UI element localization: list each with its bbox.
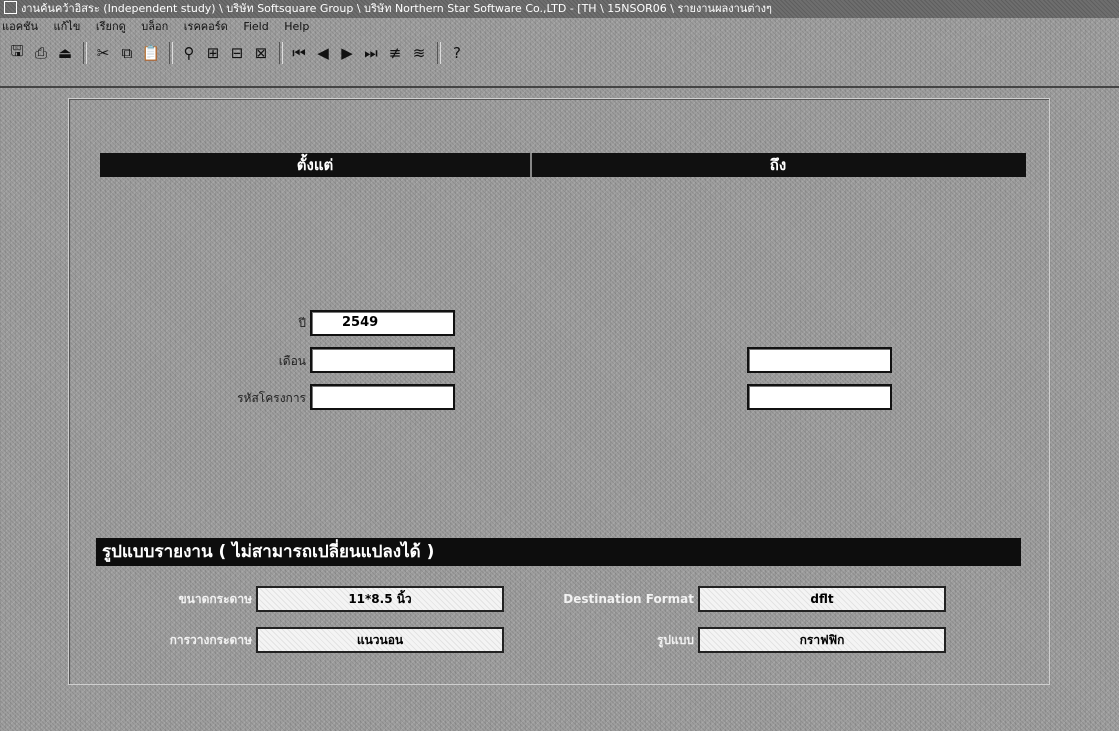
toolbar-separator (437, 42, 441, 64)
enter-query-icon[interactable]: ⊞ (202, 42, 224, 64)
help-icon[interactable]: ? (446, 42, 468, 64)
orientation-label: การวางกระดาษ (169, 633, 252, 647)
window-title-bar: งานค้นคว้าอิสระ (Independent study) \ บร… (0, 0, 1119, 18)
paper-size-label: ขนาดกระดาษ (178, 592, 252, 606)
paste-icon[interactable]: 📋 (140, 42, 162, 64)
menu-query[interactable]: เรียกดู (96, 20, 126, 33)
criteria-header: ตั้งแต่ ถึง (100, 153, 1026, 177)
next-record-icon[interactable]: ▶ (336, 42, 358, 64)
menu-block[interactable]: บล็อก (141, 20, 168, 33)
destination-format-label: Destination Format (563, 592, 694, 606)
report-format-header: รูปแบบรายงาน ( ไม่สามารถเปลี่ยนแปลงได้ ) (96, 538, 1021, 566)
menu-action[interactable]: แอคชัน (2, 20, 38, 33)
project-code-to-input[interactable] (747, 384, 892, 410)
toolbar: 🖫 ⎙ ⏏ ✂ ⧉ 📋 ⚲ ⊞ ⊟ ⊠ ⏮ ◀ ▶ ⏭ ≢ ≋ ? (0, 36, 1119, 70)
menu-record[interactable]: เรคคอร์ด (184, 20, 228, 33)
project-code-from-input[interactable] (310, 384, 455, 410)
window-title: งานค้นคว้าอิสระ (Independent study) \ บร… (21, 2, 772, 15)
to-header: ถึง (769, 156, 787, 174)
toolbar-separator (83, 42, 87, 64)
toolbar-separator (279, 42, 283, 64)
delete-record-icon[interactable]: ≋ (408, 42, 430, 64)
year-label: ปี (298, 316, 306, 330)
copy-icon[interactable]: ⧉ (116, 42, 138, 64)
exit-icon[interactable]: ⏏ (54, 42, 76, 64)
print-icon[interactable]: ⎙ (30, 42, 52, 64)
paper-size-field: 11*8.5 นิ้ว (256, 586, 504, 612)
app-icon (4, 1, 17, 14)
menu-field[interactable]: Field (243, 20, 268, 33)
month-from-input[interactable] (310, 347, 455, 373)
menu-edit[interactable]: แก้ไข (54, 20, 81, 33)
from-header: ตั้งแต่ (296, 156, 334, 174)
year-from-input[interactable]: 2549 (310, 310, 455, 336)
execute-query-icon[interactable]: ⊟ (226, 42, 248, 64)
cancel-query-icon[interactable]: ⊠ (250, 42, 272, 64)
orientation-field: แนวนอน (256, 627, 504, 653)
month-to-input[interactable] (747, 347, 892, 373)
project-code-label: รหัสโครงการ (237, 391, 306, 405)
first-record-icon[interactable]: ⏮ (288, 42, 310, 64)
menu-bar: แอคชัน แก้ไข เรียกดู บล็อก เรคคอร์ด Fiel… (0, 18, 1119, 36)
cut-icon[interactable]: ✂ (92, 42, 114, 64)
destination-format-field: dflt (698, 586, 946, 612)
previous-record-icon[interactable]: ◀ (312, 42, 334, 64)
month-label: เดือน (278, 354, 306, 368)
last-record-icon[interactable]: ⏭ (360, 42, 382, 64)
report-type-field: กราฟฟิก (698, 627, 946, 653)
menu-help[interactable]: Help (284, 20, 309, 33)
report-type-label: รูปแบบ (656, 633, 694, 647)
insert-record-icon[interactable]: ≢ (384, 42, 406, 64)
toolbar-divider (0, 86, 1119, 88)
save-icon[interactable]: 🖫 (6, 42, 28, 64)
query-icon[interactable]: ⚲ (178, 42, 200, 64)
toolbar-separator (169, 42, 173, 64)
